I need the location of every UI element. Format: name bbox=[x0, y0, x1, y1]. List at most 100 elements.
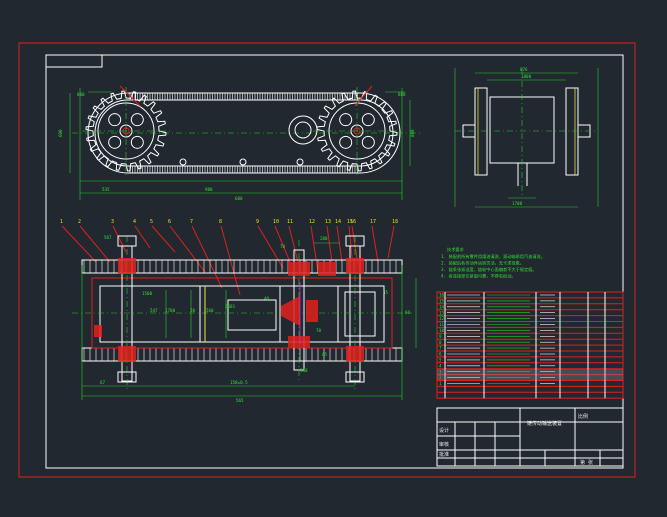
cad-drawing-canvas: 880 880 535 980 680 600 860 876 1800 170… bbox=[0, 0, 667, 517]
tech-note-line: 4. 各连接部位紧固可靠，不得有松动。 bbox=[441, 273, 516, 280]
side-view bbox=[454, 68, 599, 208]
tech-notes: 1. 装配前所有零件用煤油清洗，滚动轴承用汽油清洗。2. 装配后各传动件运转灵活… bbox=[441, 253, 545, 280]
chain-link bbox=[249, 92, 253, 101]
chain-link bbox=[219, 92, 223, 101]
part-number-18: 18 bbox=[392, 219, 398, 225]
tech-note-line: 3. 链条张紧适度，链轮中心面偏差不大于规定值。 bbox=[441, 266, 537, 273]
dim-text: 565 bbox=[236, 398, 244, 403]
table-row-index: 15 bbox=[439, 299, 445, 304]
dim-text: 600 bbox=[58, 129, 63, 137]
table-row-index: 13 bbox=[439, 310, 445, 315]
chain-link bbox=[259, 165, 263, 174]
bevel-gear bbox=[281, 296, 300, 326]
chain-link bbox=[134, 165, 138, 174]
chain-link bbox=[284, 165, 288, 174]
part-leader-4 bbox=[134, 225, 151, 249]
part-leader-14 bbox=[336, 225, 343, 263]
chain-link bbox=[304, 92, 308, 101]
part-number-11: 11 bbox=[287, 219, 293, 225]
hatch-5 bbox=[288, 262, 310, 276]
idler-wheel bbox=[288, 115, 318, 145]
chain-link bbox=[279, 92, 283, 101]
top-left-label-box bbox=[45, 54, 103, 68]
section-dim-text: 70 bbox=[280, 244, 286, 249]
part-leader-2 bbox=[79, 225, 111, 263]
table-row-index: 7 bbox=[439, 346, 442, 351]
sprocket-hole bbox=[130, 113, 144, 127]
hatch-6 bbox=[288, 336, 310, 348]
dim-text: 880 bbox=[77, 92, 85, 97]
dim-text: 680 bbox=[235, 196, 243, 201]
dim-text: 880 bbox=[398, 92, 406, 97]
chain-link bbox=[329, 92, 333, 101]
parts-list-table: 16151413121110987654321 bbox=[436, 291, 624, 399]
part-number-7: 7 bbox=[190, 219, 193, 225]
part-leader-5 bbox=[151, 225, 176, 253]
dim-text: 158±0.5 bbox=[230, 380, 248, 385]
sprocket-hole bbox=[339, 113, 353, 127]
section-dim-text: 45 bbox=[383, 290, 389, 295]
table-row-index: 11 bbox=[439, 322, 445, 327]
dim-text: 1700 bbox=[512, 201, 523, 206]
dim-text: 67 bbox=[100, 380, 106, 385]
part-number-3: 3 bbox=[111, 219, 114, 225]
chain-link bbox=[254, 165, 258, 174]
chain-link bbox=[204, 165, 208, 174]
chain-link bbox=[244, 165, 248, 174]
chain-link bbox=[309, 165, 313, 174]
hatch-1 bbox=[118, 258, 136, 274]
chain-link bbox=[204, 92, 208, 101]
table-row-index: 16 bbox=[439, 293, 445, 298]
chain-link bbox=[144, 165, 148, 174]
title-block-frame bbox=[436, 407, 624, 467]
chain-link bbox=[174, 92, 178, 101]
section-view bbox=[72, 235, 417, 400]
hatch-4 bbox=[346, 346, 364, 362]
hatch-8 bbox=[94, 325, 102, 337]
part-number-12: 12 bbox=[309, 219, 315, 225]
motor-body bbox=[227, 299, 277, 331]
chain-link bbox=[154, 165, 158, 174]
table-smear bbox=[437, 369, 623, 380]
chain-link bbox=[319, 92, 323, 101]
part-number-4: 4 bbox=[133, 219, 136, 225]
chain-link bbox=[314, 165, 318, 174]
part-number-labels: 1 2 3 4 5 6 7 8 9 10 11 12 13 14 1516 17 18 bbox=[60, 219, 398, 296]
chain-link bbox=[259, 92, 263, 101]
section-dim-text: 1700 bbox=[165, 308, 176, 313]
hatch-2 bbox=[118, 346, 136, 362]
chain-link bbox=[329, 165, 333, 174]
tb-project-name: 链传动输送装置 bbox=[527, 420, 562, 427]
chain-link bbox=[324, 165, 328, 174]
section-dim-text: 1500 bbox=[142, 291, 153, 296]
chain-link bbox=[274, 92, 278, 101]
section-dim-text: 567 bbox=[104, 235, 112, 240]
chain-link bbox=[294, 165, 298, 174]
part-number-9: 9 bbox=[256, 219, 259, 225]
sprocket-hole bbox=[130, 135, 144, 149]
part-number-6: 6 bbox=[168, 219, 171, 225]
table-row-index: 6 bbox=[439, 352, 442, 357]
bevel-gear-2 bbox=[306, 300, 318, 322]
bolt-hole-2 bbox=[239, 158, 247, 166]
part-number-14: 14 bbox=[335, 219, 341, 225]
chain-link bbox=[199, 92, 203, 101]
chain-link bbox=[164, 165, 168, 174]
chain-link bbox=[184, 165, 188, 174]
chain-link bbox=[269, 165, 273, 174]
chain-link bbox=[184, 92, 188, 101]
chain-link bbox=[264, 92, 268, 101]
chain-link bbox=[284, 92, 288, 101]
section-dim-text: 70 bbox=[316, 328, 322, 333]
sprocket-hole bbox=[339, 135, 353, 149]
table-row-index: 12 bbox=[439, 316, 445, 321]
assembly-drawing: 880 880 535 980 680 600 860 876 1800 170… bbox=[18, 42, 636, 478]
chain-link bbox=[209, 92, 213, 101]
section-dim-text: 560 bbox=[206, 308, 214, 313]
chain-link bbox=[234, 92, 238, 101]
mid-box bbox=[204, 285, 281, 343]
part-number-16: 16 bbox=[350, 219, 356, 225]
dim-text: 535 bbox=[102, 187, 110, 192]
chain-link bbox=[299, 165, 303, 174]
dim-text: 980 bbox=[205, 187, 213, 192]
